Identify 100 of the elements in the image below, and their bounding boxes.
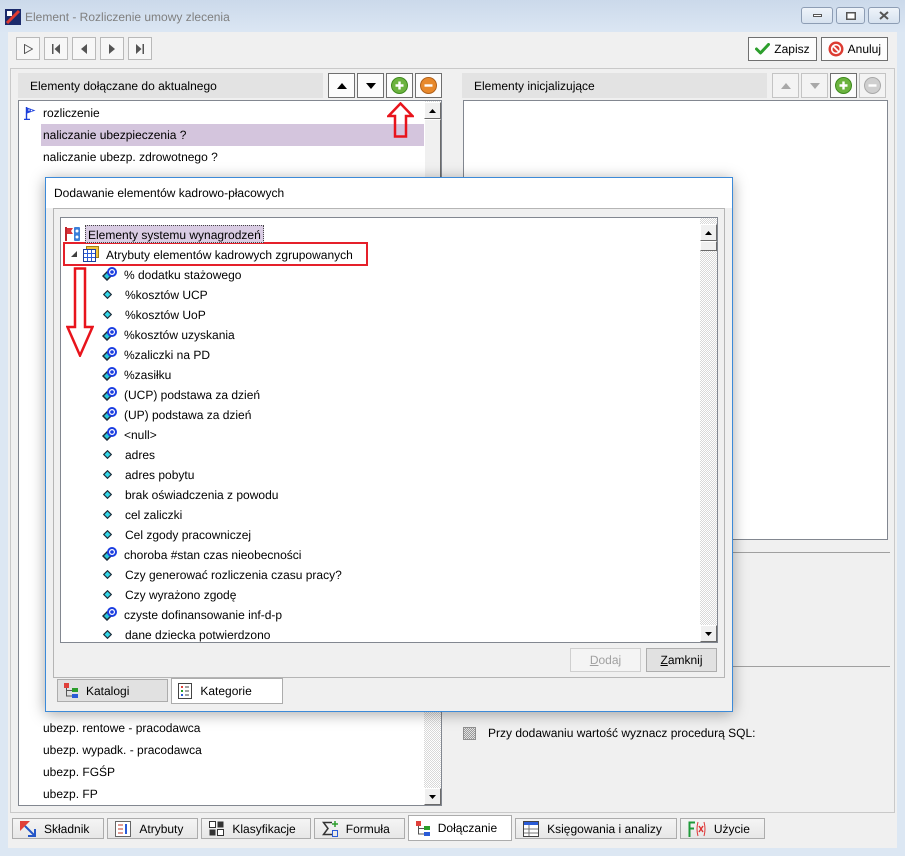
pane-header: Elementy dołączane do aktualnego (18, 73, 323, 98)
tree-item[interactable]: dane dziecka potwierdzono (102, 624, 274, 642)
diamond-icon (103, 630, 112, 638)
diamond-icon (103, 490, 112, 498)
tree-item[interactable]: % dodatku stażowego (102, 264, 244, 284)
scroll-down-button[interactable] (700, 625, 717, 642)
tree-item[interactable]: adres (102, 444, 158, 464)
maximize-icon (846, 12, 856, 20)
option-label: Przy dodawaniu wartość wyznacz procedurą SQL: (488, 726, 756, 740)
tree-item[interactable]: %kosztów uzyskania (102, 324, 238, 344)
first-button[interactable] (44, 37, 68, 60)
tree-item[interactable]: %kosztów UoP (102, 304, 209, 324)
diamond-icon (103, 530, 112, 538)
app-icon (5, 9, 21, 25)
list-item[interactable]: ubezp. FP (19, 783, 424, 805)
checkmark-icon (755, 43, 770, 55)
list-item[interactable]: ubezp. wypadk. - pracodawca (19, 739, 424, 761)
ring-diamond-icon (102, 267, 117, 281)
tree-item[interactable]: %zaliczki na PD (102, 344, 214, 364)
window-title: Element - Rozliczenie umowy zlecenia (25, 10, 230, 24)
dialog-button[interactable]: Zamknij (646, 648, 717, 672)
tab[interactable]: Dołączanie (408, 815, 512, 841)
tree-item[interactable]: %zasiłku (102, 364, 174, 384)
minus-circle-icon (864, 77, 881, 94)
list-item[interactable]: naliczanie ubezp. zdrowotnego ? (19, 146, 424, 168)
tree-item[interactable]: cel zaliczki (102, 504, 186, 524)
list-item[interactable]: rozliczenie (19, 102, 424, 124)
play-button[interactable] (16, 37, 40, 60)
ring-diamond-icon (102, 547, 117, 561)
diamond-icon (103, 310, 112, 318)
tree-item[interactable]: choroba #stan czas nieobecności (102, 544, 304, 564)
previous-button[interactable] (72, 37, 96, 60)
ring-diamond-icon (102, 327, 117, 341)
list-item[interactable]: ubezp. rentowe - pracodawca (19, 717, 424, 739)
minimize-button[interactable] (801, 7, 833, 24)
tree-item[interactable]: Czy generować rozliczenia czasu pracy? (102, 564, 345, 584)
move-down-button[interactable] (357, 73, 384, 98)
table-icon (523, 820, 540, 836)
tree-item[interactable]: <null> (102, 424, 160, 444)
skip-to-start-icon (52, 44, 60, 54)
tab[interactable]: Formuła (314, 818, 405, 839)
tab[interactable]: Katalogi (57, 679, 168, 702)
hierarchy-icon (64, 683, 78, 698)
diamond-icon (103, 450, 112, 458)
tree-item[interactable]: (UCP) podstawa za dzień (102, 384, 264, 404)
expanded-triangle-icon[interactable] (70, 251, 76, 257)
next-button[interactable] (100, 37, 124, 60)
arrows-icon (20, 820, 36, 836)
tab[interactable]: Składnik (12, 818, 104, 839)
table-icon (83, 246, 99, 262)
ring-diamond-icon (102, 607, 117, 621)
tree-item[interactable]: %kosztów UCP (102, 284, 211, 304)
tab[interactable]: Atrybuty (107, 818, 198, 839)
scroll-up-button[interactable] (700, 224, 717, 241)
triangle-down-icon (366, 82, 376, 88)
no-entry-icon (828, 41, 844, 57)
scrollbar[interactable] (700, 218, 717, 642)
tab[interactable]: Księgowania i analizy (515, 818, 677, 839)
tree-item[interactable]: adres pobytu (102, 464, 198, 484)
tab[interactable]: Klasyfikacje (201, 818, 311, 839)
grid-icon (209, 821, 224, 836)
triangle-up-icon (336, 82, 346, 88)
tree-item[interactable]: Atrybuty elementów kadrowych zgrupowanych (63, 242, 368, 266)
ring-diamond-icon (102, 387, 117, 401)
scroll-down-button[interactable] (424, 788, 441, 805)
tree-item[interactable]: brak oświadczenia z powodu (102, 484, 282, 504)
tree-item[interactable]: (UP) podstawa za dzień (102, 404, 254, 424)
scroll-up-button[interactable] (424, 102, 441, 119)
plus-circle-icon (391, 77, 408, 94)
save-button[interactable]: Zapisz (748, 37, 817, 61)
tree-item[interactable]: Cel zgody pracowniczej (102, 524, 254, 544)
minimize-icon (812, 14, 822, 17)
tab[interactable]: Użycie (680, 818, 765, 839)
ring-diamond-icon (102, 407, 117, 421)
move-up-button[interactable] (328, 73, 355, 98)
remove-button[interactable] (415, 73, 442, 98)
attribute-list-icon (115, 820, 132, 836)
up-arrow-annotation (387, 102, 414, 138)
list-item[interactable]: ubezp. FGŚP (19, 761, 424, 783)
skip-to-end-icon (136, 44, 144, 54)
function-icon (688, 820, 706, 836)
tab[interactable]: Kategorie (171, 678, 283, 704)
cancel-button[interactable]: Anuluj (820, 37, 888, 61)
tree-item[interactable]: Czy wyrażono zgodę (102, 584, 240, 604)
pane-header: Elementy inicjalizujące (462, 73, 767, 98)
play-icon (24, 44, 32, 54)
ring-diamond-icon (102, 367, 117, 381)
scroll-thumb[interactable] (700, 241, 717, 251)
triangle-down-icon (810, 82, 820, 88)
add-button[interactable] (386, 73, 413, 98)
diamond-icon (103, 510, 112, 518)
diamond-icon (103, 290, 112, 298)
maximize-button[interactable] (836, 7, 865, 24)
triangle-up-icon (429, 108, 436, 112)
last-button[interactable] (128, 37, 152, 60)
ring-diamond-icon (102, 427, 117, 441)
checkbox[interactable] (463, 726, 476, 740)
close-button[interactable] (868, 7, 900, 24)
add-button[interactable] (830, 73, 857, 98)
tree-item[interactable]: czyste dofinansowanie inf-d-p (102, 604, 286, 624)
